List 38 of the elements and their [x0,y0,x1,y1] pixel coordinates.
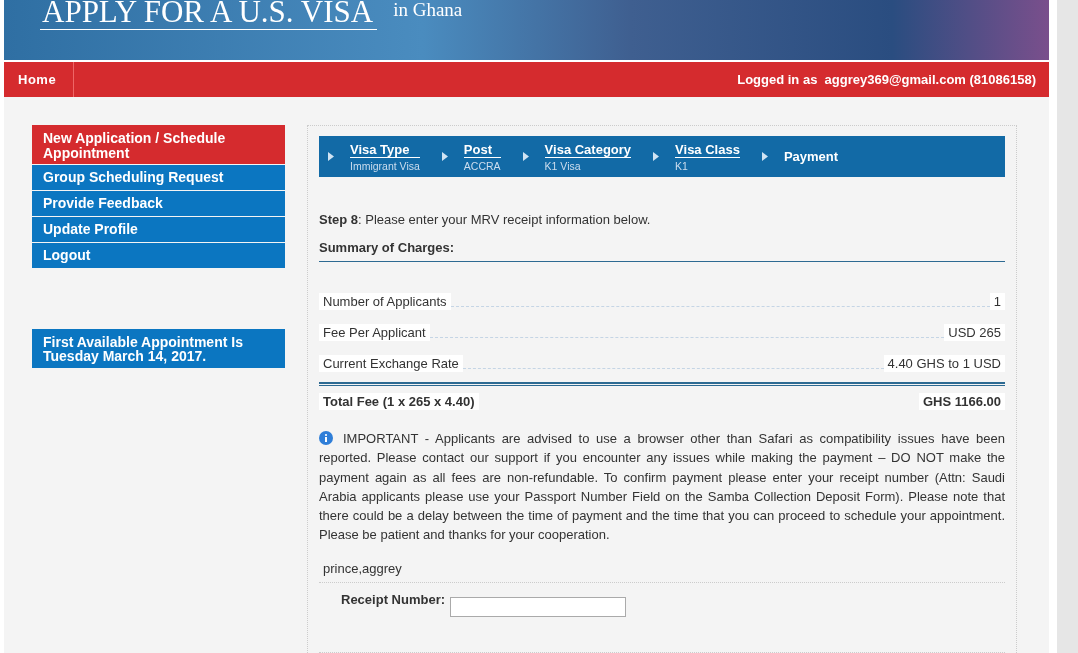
summary-heading: Summary of Charges: [319,240,1005,262]
step-link[interactable]: Post [463,141,501,158]
info-icon [319,431,333,445]
sidebar-item[interactable]: Group Scheduling Request [32,165,285,190]
instruction-text: Step 8: Please enter your MRV receipt information below. [319,212,652,227]
charge-label: Fee Per Applicant [319,324,430,341]
step-value: K1 [675,159,689,172]
charge-value: 4.40 GHS to 1 USD [883,355,1005,372]
sidebar-item[interactable]: Update Profile [32,217,285,242]
step-link[interactable]: Visa Class [675,141,740,158]
triangle-icon [328,152,334,161]
charge-label: Current Exchange Rate [319,355,463,372]
triangle-icon [653,152,660,161]
current-step: Payment [783,149,839,164]
charge-value: 1 [989,293,1005,310]
step-value: Immigrant Visa [350,159,420,172]
triangle-icon [522,152,529,161]
appointment-notice: First Available Appointment Is Tuesday March 14, 2017. [32,329,285,368]
step-link[interactable]: Visa Type [350,141,420,158]
receipt-input[interactable] [450,596,627,617]
country-label: in Ghana [393,0,463,20]
triangle-icon [761,152,768,161]
total-label: Total Fee (1 x 265 x 4.40) [319,393,479,410]
step-value: ACCRA [463,159,501,172]
total-value: GHS 1166.00 [918,393,1005,410]
charge-value: USD 265 [944,324,1005,341]
sidebar-item[interactable]: Provide Feedback [32,191,285,216]
step-link[interactable]: Visa Category [544,141,632,158]
sidebar-item[interactable]: New Application / Schedule Appointment [32,125,285,164]
logged-in-text: Logged in as aggrey369@gmail.com (81086158) [737,72,1036,87]
triangle-icon [441,152,448,161]
receipt-label: Receipt Number: [341,591,446,607]
sidebar-item[interactable]: Logout [32,243,285,268]
step-value: K1 Visa [544,159,582,172]
charge-label: Number of Applicants [319,293,451,310]
site-title: APPLY FOR A U.S. VISA [40,0,378,30]
applicant-name: prince,aggrey [319,560,1005,583]
important-notice: IMPORTANT - Applicants are advised to use a browser other than Safari as compatibility issues have been reported. Please contact our support if you encounter any issues while making the payment – DO NOT make the payment again as all fees are non-refundable. To confirm payment please enter your receipt number (Attn: Saudi Arabia applicants please use your Passport Number Field on the Samba Collection Deposit Form). Please note that there could be a delay between the time of payment and the time that you can proceed to schedule your appointment. Please be patient and thanks for your cooperation. [319,430,1005,545]
